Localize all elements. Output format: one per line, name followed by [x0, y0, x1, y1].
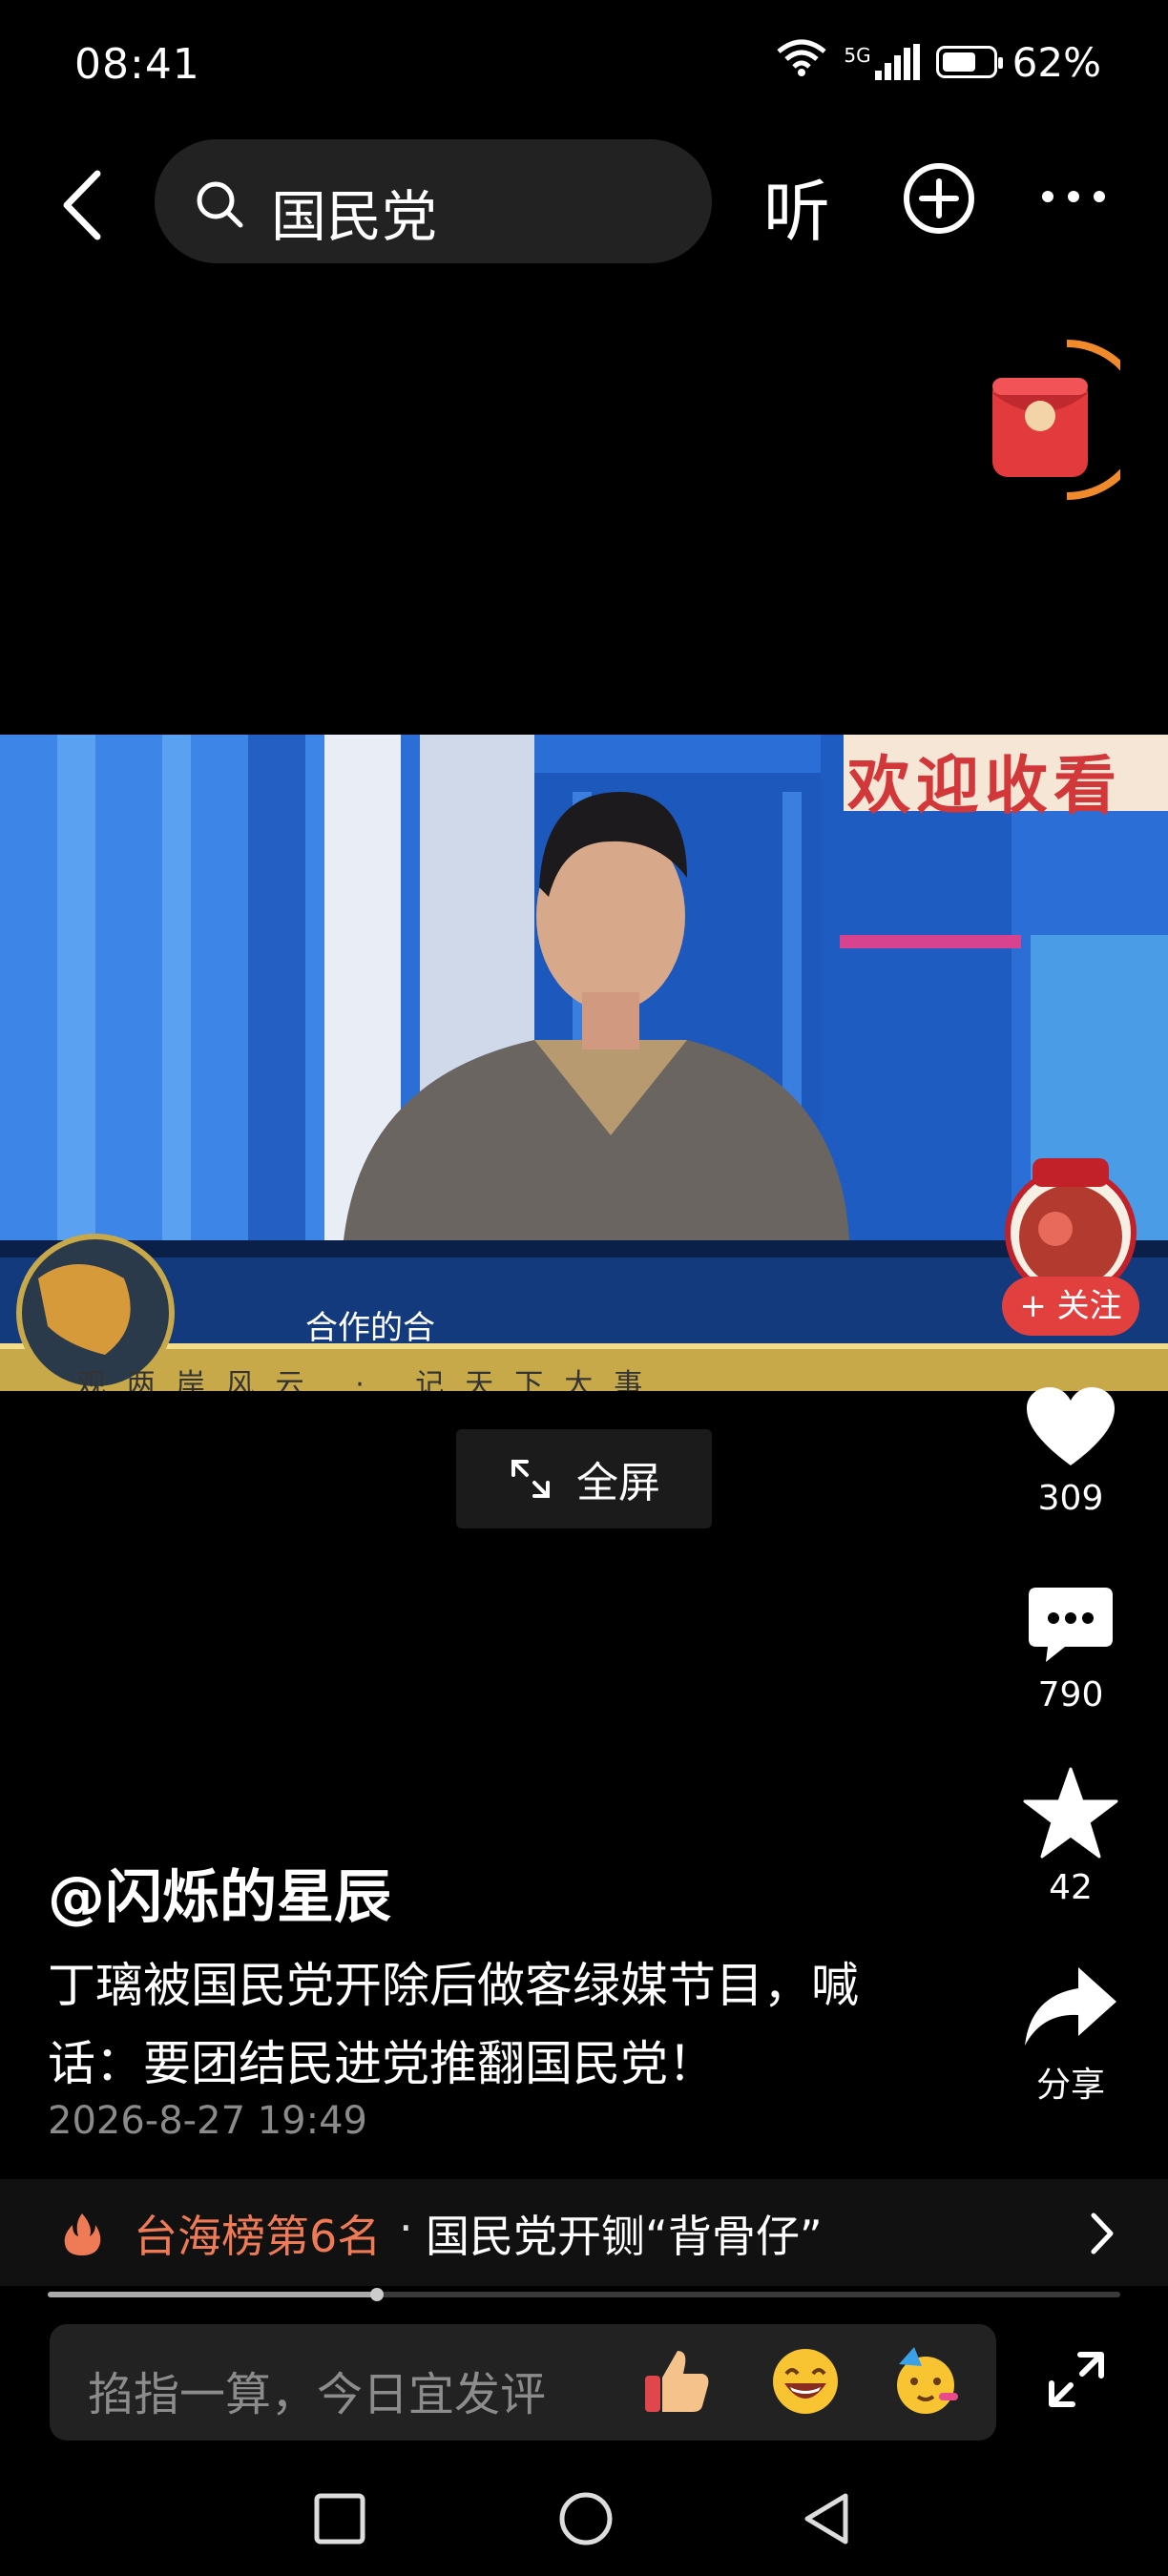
expand-icon: [1049, 2352, 1104, 2407]
triangle-nav-icon[interactable]: [800, 2490, 853, 2547]
fullscreen-button[interactable]: 全屏: [456, 1429, 712, 1528]
chevron-right-icon: [1091, 2212, 1114, 2254]
share-button[interactable]: 分享: [1012, 1963, 1130, 2107]
wifi-icon: [775, 38, 828, 86]
status-time: 08:41: [74, 40, 200, 89]
comment-button[interactable]: 790: [1012, 1586, 1130, 1714]
battery-level: 62%: [1012, 38, 1101, 86]
hot-topic: 国民党开铡“背骨仔”: [426, 2211, 823, 2262]
heart-icon: [1027, 1387, 1115, 1465]
search-box[interactable]: 国民党: [155, 139, 712, 263]
expand-comment-button[interactable]: [1046, 2349, 1107, 2414]
square-nav-icon[interactable]: [313, 2492, 366, 2545]
like-count: 309: [1037, 1479, 1104, 1518]
plus-circle-icon: [904, 163, 974, 234]
video-ticker: 观两岸风云 · 记天下大事: [76, 1368, 664, 1391]
fullscreen-label: 全屏: [576, 1459, 660, 1507]
fire-icon: [64, 2213, 101, 2255]
comment-count: 790: [1037, 1675, 1104, 1714]
more-icon: [1042, 191, 1105, 202]
search-query[interactable]: 国民党: [271, 172, 437, 252]
circle-nav-icon[interactable]: [557, 2490, 615, 2547]
laughing-emoji-icon[interactable]: [769, 2345, 842, 2418]
search-icon: [197, 181, 243, 228]
network-label: 5G: [844, 44, 871, 67]
hot-list-bar[interactable]: 台海榜第6名 · 国民党开铡“背骨仔”: [0, 2179, 1168, 2286]
follow-button[interactable]: + 关注: [1002, 1277, 1139, 1336]
listen-button[interactable]: 听: [763, 158, 830, 255]
party-emoji-icon[interactable]: [889, 2345, 962, 2418]
comment-input[interactable]: 掐指一算，今日宜发评: [50, 2324, 996, 2441]
status-indicators: 5G 62%: [775, 38, 1101, 86]
post-date: 2026-8-27 19:49: [48, 2099, 367, 2143]
signal-icon: 5G: [844, 44, 920, 80]
hot-separator: ·: [399, 2202, 413, 2254]
author-name[interactable]: @闪烁的星辰: [48, 1851, 391, 1934]
playback-handle[interactable]: [370, 2288, 385, 2301]
top-bar: 国民党 听: [0, 134, 1168, 277]
comment-placeholder: 掐指一算，今日宜发评: [88, 2368, 547, 2421]
more-button[interactable]: [1040, 189, 1107, 208]
favorite-button[interactable]: 42: [1012, 1767, 1130, 1907]
thumbs-up-emoji-icon[interactable]: [641, 2345, 714, 2418]
favorite-count: 42: [1049, 1868, 1093, 1907]
playback-progress-fill: [48, 2292, 378, 2297]
fullscreen-icon: [511, 1460, 550, 1498]
red-packet-icon: [992, 340, 1147, 500]
share-label: 分享: [1035, 2066, 1105, 2105]
like-button[interactable]: 309: [1012, 1385, 1130, 1518]
red-packet-button[interactable]: [983, 340, 1147, 502]
back-button[interactable]: [50, 162, 116, 248]
battery-icon: [935, 46, 1003, 78]
video-player[interactable]: 欢迎收看 + 关注 合作的合 观两岸风云 · 记天下大事: [0, 735, 1168, 1391]
welcome-banner: 欢迎收看: [847, 749, 1122, 822]
star-icon: [1023, 1767, 1118, 1859]
video-caption: 合作的合: [305, 1309, 435, 1347]
post-description: 丁璃被国民党开除后做客绿媒节目，喊话：要团结民进党推翻国民党！: [48, 1958, 859, 2091]
system-nav-bar: [0, 2471, 1168, 2576]
comment-icon: [1029, 1588, 1113, 1662]
hot-rank: 台海榜第6名: [134, 2211, 382, 2262]
video-frame: [0, 735, 1168, 1391]
share-icon: [1025, 1967, 1116, 2046]
playback-progress[interactable]: [48, 2288, 1120, 2301]
create-button[interactable]: [901, 160, 977, 240]
back-icon: [63, 170, 101, 240]
status-bar: 08:41 5G 62%: [0, 0, 1168, 134]
